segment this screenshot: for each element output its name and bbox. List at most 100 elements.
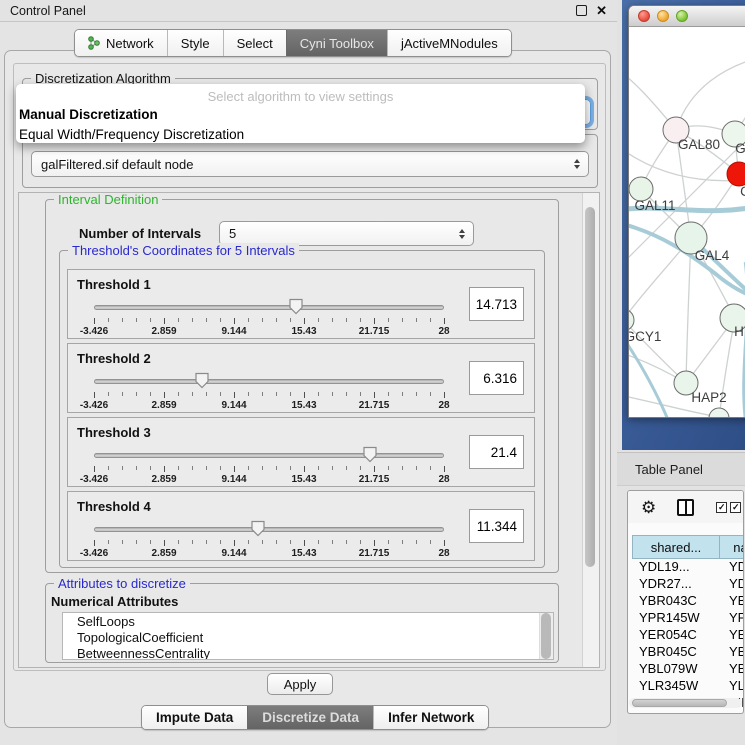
numerical-attributes-label: Numerical Attributes — [51, 594, 178, 609]
tick-mark — [108, 466, 109, 470]
tick-label: 28 — [438, 548, 449, 559]
tick-mark — [346, 392, 347, 396]
tick-mark — [402, 466, 403, 470]
threshold-value-field[interactable]: 14.713 — [469, 287, 524, 321]
columns-icon[interactable] — [677, 499, 694, 516]
zoom-traffic-light-icon[interactable] — [676, 10, 688, 22]
tick-label: -3.426 — [80, 326, 108, 337]
attribute-item-betweennesscentrality[interactable]: BetweennessCentrality — [63, 645, 553, 660]
threshold-value-field[interactable]: 21.4 — [469, 435, 524, 469]
tick-mark — [360, 318, 361, 322]
table-row[interactable]: YDL19...YDL1 — [632, 559, 744, 576]
slider-thumb[interactable] — [289, 298, 304, 315]
tick-mark — [444, 318, 445, 324]
tab-select[interactable]: Select — [223, 30, 286, 56]
table-row[interactable]: YLR345WYLR3 — [632, 678, 744, 695]
tick-mark — [402, 392, 403, 396]
tick-label: 28 — [438, 326, 449, 337]
number-of-intervals-label: Number of Intervals — [79, 226, 201, 241]
slider-thumb[interactable] — [363, 446, 378, 463]
bottom-tab-discretize-data[interactable]: Discretize Data — [247, 706, 373, 729]
close-icon[interactable]: ✕ — [596, 4, 607, 17]
table-toolbar: ⚙ ✓ ✓ — [628, 491, 743, 523]
algorithm-option-manual-discretization[interactable]: Manual Discretization — [16, 105, 585, 125]
node-label: GCY1 — [629, 329, 661, 344]
table-row[interactable]: YPR145WYPR1 — [632, 610, 744, 627]
network-node[interactable] — [709, 408, 729, 417]
slider-track[interactable] — [94, 379, 444, 384]
slider-track[interactable] — [94, 453, 444, 458]
network-view-window: GAL80GACGAL11GAL4GCY1HHAP2 — [628, 5, 745, 418]
tab-style[interactable]: Style — [167, 30, 223, 56]
tick-label: 2.859 — [151, 400, 176, 411]
table-row[interactable]: YER054CYER0 — [632, 627, 744, 644]
tick-mark — [234, 392, 235, 398]
attribute-item-selfloops[interactable]: SelfLoops — [63, 613, 553, 629]
horizontal-scrollbar-thumb[interactable] — [632, 699, 727, 707]
vertical-scrollbar[interactable] — [582, 193, 599, 667]
network-node-gcy1[interactable] — [629, 309, 634, 331]
tick-label: 2.859 — [151, 474, 176, 485]
table-row[interactable]: YBL079WYBL0 — [632, 661, 744, 678]
table-cell: YPR1 — [720, 610, 744, 627]
tick-mark — [304, 540, 305, 546]
number-of-intervals-value: 5 — [220, 226, 454, 241]
table-row[interactable]: YBR045CYBR0 — [632, 644, 744, 661]
tick-mark — [374, 466, 375, 472]
threshold-value-field[interactable]: 6.316 — [469, 361, 524, 395]
slider-ticks: -3.4262.8599.14415.4321.71528 — [94, 318, 444, 338]
table-data-combobox[interactable]: galFiltered.sif default node — [31, 151, 589, 177]
bottom-tab-impute-data[interactable]: Impute Data — [142, 706, 247, 729]
tick-mark — [374, 318, 375, 324]
threshold-value-field[interactable]: 11.344 — [469, 509, 524, 543]
table-cell: YPR145W — [632, 610, 720, 627]
tick-mark — [388, 466, 389, 470]
tab-bar: NetworkStyleSelectCyni ToolboxjActiveMNo… — [74, 29, 512, 57]
tick-mark — [94, 540, 95, 546]
tick-mark — [304, 318, 305, 324]
network-canvas[interactable]: GAL80GACGAL11GAL4GCY1HHAP2 — [629, 27, 745, 417]
tick-mark — [192, 466, 193, 470]
column-header-name[interactable]: name — [720, 535, 744, 559]
tick-mark — [122, 466, 123, 470]
tick-mark — [262, 466, 263, 470]
tab-cyni-toolbox[interactable]: Cyni Toolbox — [286, 30, 387, 56]
threshold-label: Threshold 4 — [77, 499, 151, 514]
apply-button[interactable]: Apply — [267, 673, 333, 695]
tick-mark — [360, 392, 361, 396]
close-traffic-light-icon[interactable] — [638, 10, 650, 22]
list-scrollbar[interactable] — [539, 613, 553, 659]
bottom-tab-infer-network[interactable]: Infer Network — [373, 706, 488, 729]
list-scrollbar-thumb[interactable] — [541, 613, 551, 659]
slider-thumb[interactable] — [195, 372, 210, 389]
tab-network[interactable]: Network — [75, 30, 167, 56]
attribute-item-topologicalcoefficient[interactable]: TopologicalCoefficient — [63, 629, 553, 645]
threshold-slider[interactable]: -3.4262.8599.14415.4321.71528 — [94, 296, 444, 338]
algorithm-option-equal-width-frequency-discretization[interactable]: Equal Width/Frequency Discretization — [16, 125, 585, 143]
minimize-traffic-light-icon[interactable] — [657, 10, 669, 22]
table-row[interactable]: YDR27...YDR2 — [632, 576, 744, 593]
tick-mark — [220, 392, 221, 396]
horizontal-scrollbar[interactable] — [629, 698, 742, 708]
threshold-slider[interactable]: -3.4262.8599.14415.4321.71528 — [94, 518, 444, 560]
slider-thumb[interactable] — [251, 520, 266, 537]
tab-jactivemnodules[interactable]: jActiveMNodules — [387, 30, 511, 56]
checkbox-icon-2[interactable]: ✓ — [730, 502, 741, 513]
tick-mark — [192, 392, 193, 396]
column-header-shared-[interactable]: shared... — [632, 535, 720, 559]
node-label: HAP2 — [691, 390, 726, 405]
slider-track[interactable] — [94, 527, 444, 532]
tick-mark — [346, 466, 347, 470]
gear-icon[interactable]: ⚙ — [641, 499, 656, 516]
numerical-attributes-list[interactable]: SelfLoopsTopologicalCoefficientBetweenne… — [62, 612, 554, 660]
slider-thumb-glyph — [251, 520, 266, 537]
vertical-scrollbar-thumb[interactable] — [585, 207, 595, 567]
threshold-slider[interactable]: -3.4262.8599.14415.4321.71528 — [94, 444, 444, 486]
slider-track[interactable] — [94, 305, 444, 310]
table-row[interactable]: YBR043CYBR0 — [632, 593, 744, 610]
checkbox-icon-1[interactable]: ✓ — [716, 502, 727, 513]
float-icon[interactable] — [576, 5, 587, 16]
tick-label: 9.144 — [221, 548, 246, 559]
tick-mark — [248, 540, 249, 544]
threshold-slider[interactable]: -3.4262.8599.14415.4321.71528 — [94, 370, 444, 412]
